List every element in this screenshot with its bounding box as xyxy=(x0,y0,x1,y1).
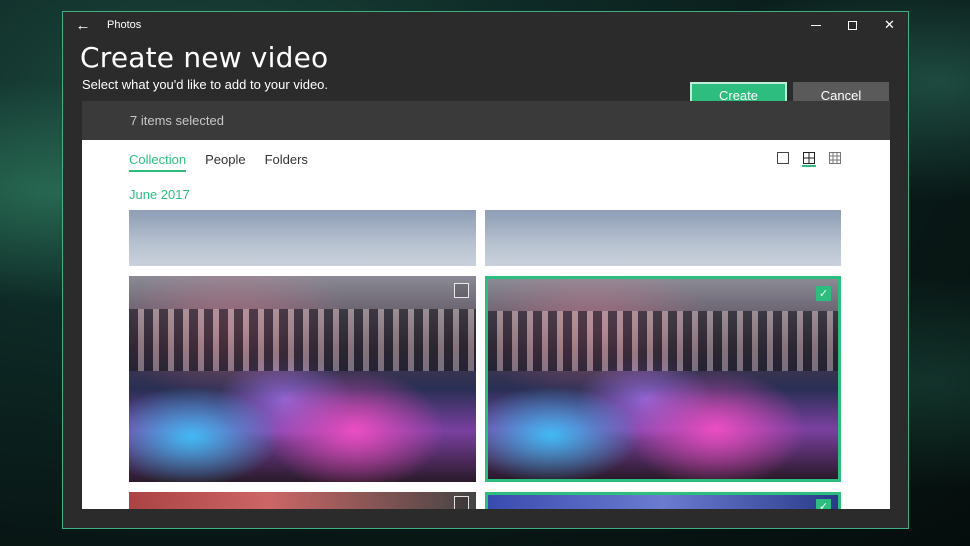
tab-bar: Collection People Folders xyxy=(129,152,308,172)
selection-status: 7 items selected xyxy=(130,113,224,128)
select-checkbox[interactable] xyxy=(454,283,469,298)
checkmark-icon: ✓ xyxy=(818,501,829,509)
small-tiles-button[interactable] xyxy=(828,151,842,167)
close-icon: ✕ xyxy=(884,17,895,32)
large-tiles-icon xyxy=(777,152,789,164)
photo-browser: Collection People Folders June 2017 ✓ ✓ xyxy=(82,140,890,509)
page-subtitle: Select what you'd like to add to your vi… xyxy=(82,77,329,92)
photo-tile[interactable] xyxy=(129,276,476,482)
header: Create new video Select what you'd like … xyxy=(63,38,908,116)
photo-tile[interactable] xyxy=(129,492,476,509)
close-button[interactable]: ✕ xyxy=(871,12,908,38)
tab-people[interactable]: People xyxy=(205,152,245,172)
maximize-icon xyxy=(848,20,857,30)
medium-tiles-icon xyxy=(803,152,815,164)
tab-collection[interactable]: Collection xyxy=(129,152,187,172)
title-bar: ← Photos ✕ xyxy=(63,12,908,38)
photo-detail xyxy=(129,308,476,371)
page-title: Create new video xyxy=(80,41,329,74)
medium-tiles-button[interactable] xyxy=(802,151,816,167)
picker-panel: 7 items selected Collection People Folde… xyxy=(82,101,890,509)
minimize-button[interactable] xyxy=(797,12,834,38)
window-controls: ✕ xyxy=(797,12,908,38)
photo-thumbnail xyxy=(129,276,476,482)
view-mode-toggles xyxy=(776,151,842,167)
photo-thumbnail xyxy=(488,279,838,479)
photo-tile[interactable] xyxy=(129,210,476,266)
photo-detail xyxy=(488,311,838,371)
photos-window: ← Photos ✕ Create new video Select what … xyxy=(62,11,909,529)
checkmark-icon: ✓ xyxy=(818,288,829,300)
select-checkbox[interactable] xyxy=(454,496,469,509)
select-checkbox[interactable]: ✓ xyxy=(816,499,831,509)
back-arrow-icon: ← xyxy=(75,16,91,34)
selection-bar: 7 items selected xyxy=(82,101,890,140)
photo-tile-selected[interactable]: ✓ xyxy=(485,276,841,482)
photo-tile-selected[interactable]: ✓ xyxy=(485,492,841,509)
date-group-label: June 2017 xyxy=(129,187,190,202)
app-title: Photos xyxy=(107,19,142,31)
large-tiles-button[interactable] xyxy=(776,151,790,167)
back-button[interactable]: ← xyxy=(63,12,103,38)
tab-folders[interactable]: Folders xyxy=(265,152,308,172)
photo-tile[interactable] xyxy=(485,210,841,266)
maximize-button[interactable] xyxy=(834,12,871,38)
small-tiles-icon xyxy=(829,152,841,164)
select-checkbox[interactable]: ✓ xyxy=(816,286,831,301)
minimize-icon xyxy=(810,24,821,26)
